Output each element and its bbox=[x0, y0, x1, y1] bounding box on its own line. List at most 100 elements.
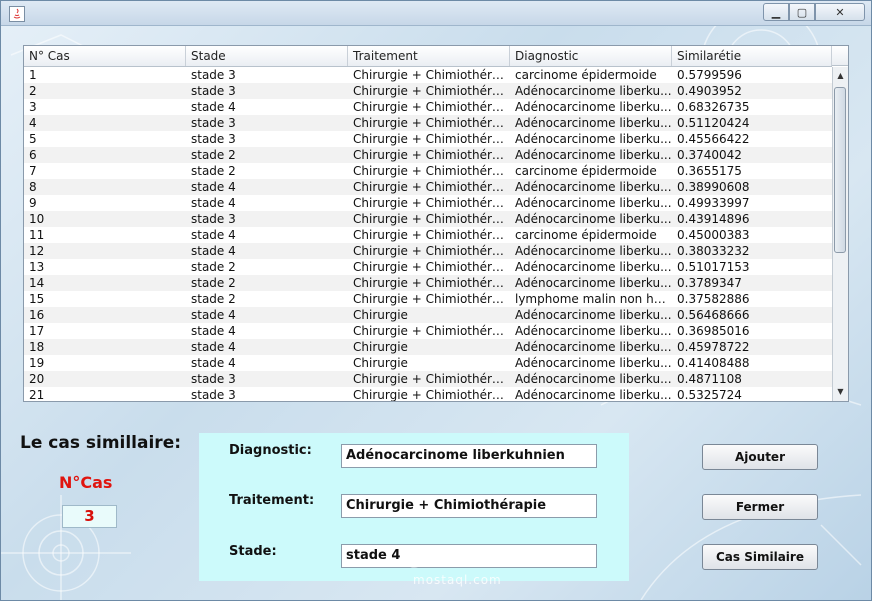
cell-traitement: Chirurgie + Chimiothéra... bbox=[353, 212, 510, 226]
cell-ncas: 17 bbox=[29, 324, 45, 338]
title-bar: ▁ ▢ ✕ bbox=[1, 1, 871, 26]
cell-stade: stade 2 bbox=[191, 148, 236, 162]
scroll-down-icon[interactable]: ▼ bbox=[833, 385, 848, 399]
cell-traitement: Chirurgie + Chimiothéra... bbox=[353, 100, 510, 114]
scroll-up-icon[interactable]: ▲ bbox=[833, 69, 848, 83]
table-row[interactable]: 18 stade 4 Chirurgie Adénocarcinome liberku… bbox=[24, 339, 832, 355]
cell-diagnostic: carcinome épidermoide bbox=[515, 228, 657, 242]
cell-traitement: Chirurgie + Chimiothéra... bbox=[353, 116, 510, 130]
cell-traitement: Chirurgie + Chimiothéra... bbox=[353, 164, 510, 178]
column-header-diagnostic[interactable]: Diagnostic bbox=[510, 46, 672, 66]
ncas-value-field[interactable]: 3 bbox=[62, 505, 117, 528]
table-row[interactable]: 17 stade 4 Chirurgie + Chimiothéra... Adéno… bbox=[24, 323, 832, 339]
cell-similaretie: 0.68326735 bbox=[677, 100, 750, 114]
cell-stade: stade 4 bbox=[191, 100, 236, 114]
table-row[interactable]: 13 stade 2 Chirurgie + Chimiothéra... Adéno… bbox=[24, 259, 832, 275]
cell-diagnostic: Adénocarcinome liberku... bbox=[515, 340, 672, 354]
cell-diagnostic: Adénocarcinome liberku... bbox=[515, 132, 672, 146]
vertical-scrollbar[interactable]: ▲ ▼ bbox=[832, 67, 848, 401]
cell-diagnostic: Adénocarcinome liberku... bbox=[515, 324, 672, 338]
cell-traitement: Chirurgie + Chimiothéra... bbox=[353, 388, 510, 401]
cell-diagnostic: Adénocarcinome liberku... bbox=[515, 180, 672, 194]
table-row[interactable]: 8 stade 4 Chirurgie + Chimiothéra... Adénoc… bbox=[24, 179, 832, 195]
cell-diagnostic: Adénocarcinome liberku... bbox=[515, 276, 672, 290]
cell-diagnostic: Adénocarcinome liberku... bbox=[515, 372, 672, 386]
cell-diagnostic: Adénocarcinome liberku... bbox=[515, 212, 672, 226]
cell-diagnostic: Adénocarcinome liberku... bbox=[515, 100, 672, 114]
traitement-field[interactable]: Chirurgie + Chimiothérapie bbox=[341, 494, 597, 518]
column-header-similaretie[interactable]: Similarétie bbox=[672, 46, 832, 66]
minimize-icon: ▁ bbox=[771, 5, 781, 19]
table-body: 1 stade 3 Chirurgie + Chimiothéra... carcin… bbox=[24, 67, 832, 401]
maximize-button[interactable]: ▢ bbox=[789, 3, 815, 21]
cell-similaretie: 0.43914896 bbox=[677, 212, 750, 226]
cell-ncas: 14 bbox=[29, 276, 45, 290]
table-row[interactable]: 14 stade 2 Chirurgie + Chimiothéra... Adéno… bbox=[24, 275, 832, 291]
table-row[interactable]: 5 stade 3 Chirurgie + Chimiothéra... Adénoc… bbox=[24, 131, 832, 147]
cell-similaretie: 0.49933997 bbox=[677, 196, 750, 210]
fermer-button[interactable]: Fermer bbox=[702, 494, 818, 520]
close-button[interactable]: ✕ bbox=[815, 3, 865, 21]
table-row[interactable]: 10 stade 3 Chirurgie + Chimiothéra... Adéno… bbox=[24, 211, 832, 227]
table-row[interactable]: 11 stade 4 Chirurgie + Chimiothéra... carci… bbox=[24, 227, 832, 243]
cell-traitement: Chirurgie bbox=[353, 340, 408, 354]
cell-stade: stade 4 bbox=[191, 180, 236, 194]
cell-stade: stade 3 bbox=[191, 68, 236, 82]
cell-stade: stade 2 bbox=[191, 292, 236, 306]
table-row[interactable]: 2 stade 3 Chirurgie + Chimiothéra... Adénoc… bbox=[24, 83, 832, 99]
cell-similaretie: 0.38990608 bbox=[677, 180, 750, 194]
cell-diagnostic: Adénocarcinome liberku... bbox=[515, 260, 672, 274]
cell-traitement: Chirurgie + Chimiothéra... bbox=[353, 260, 510, 274]
cell-similaretie: 0.51120424 bbox=[677, 116, 750, 130]
cell-similaretie: 0.4871108 bbox=[677, 372, 742, 386]
table-row[interactable]: 1 stade 3 Chirurgie + Chimiothéra... carcin… bbox=[24, 67, 832, 83]
ajouter-button[interactable]: Ajouter bbox=[702, 444, 818, 470]
cell-similaretie: 0.51017153 bbox=[677, 260, 750, 274]
cell-diagnostic: Adénocarcinome liberku... bbox=[515, 84, 672, 98]
similar-case-heading: Le cas simillaire: bbox=[20, 433, 182, 453]
cell-similaretie: 0.4903952 bbox=[677, 84, 742, 98]
cell-diagnostic: Adénocarcinome liberku... bbox=[515, 244, 672, 258]
table-row[interactable]: 15 stade 2 Chirurgie + Chimiothéra... lymph… bbox=[24, 291, 832, 307]
table-row[interactable]: 12 stade 4 Chirurgie + Chimiothéra... Adéno… bbox=[24, 243, 832, 259]
cell-stade: stade 2 bbox=[191, 164, 236, 178]
cell-ncas: 12 bbox=[29, 244, 45, 258]
cell-stade: stade 4 bbox=[191, 324, 236, 338]
cell-similaretie: 0.41408488 bbox=[677, 356, 750, 370]
cell-traitement: Chirurgie + Chimiothéra... bbox=[353, 84, 510, 98]
diagnostic-field[interactable]: Adénocarcinome liberkuhnien bbox=[341, 444, 597, 468]
table-row[interactable]: 7 stade 2 Chirurgie + Chimiothéra... carcin… bbox=[24, 163, 832, 179]
cell-stade: stade 4 bbox=[191, 196, 236, 210]
cell-traitement: Chirurgie bbox=[353, 308, 408, 322]
cell-ncas: 6 bbox=[29, 148, 37, 162]
cell-stade: stade 3 bbox=[191, 388, 236, 401]
table-row[interactable]: 6 stade 2 Chirurgie + Chimiothéra... Adénoc… bbox=[24, 147, 832, 163]
table-row[interactable]: 20 stade 3 Chirurgie + Chimiothéra... Adéno… bbox=[24, 371, 832, 387]
table-row[interactable]: 16 stade 4 Chirurgie Adénocarcinome liberku… bbox=[24, 307, 832, 323]
cas-similaire-button[interactable]: Cas Similaire bbox=[702, 544, 818, 570]
cell-stade: stade 4 bbox=[191, 356, 236, 370]
minimize-button[interactable]: ▁ bbox=[763, 3, 789, 21]
table-row[interactable]: 21 stade 3 Chirurgie + Chimiothéra... Adéno… bbox=[24, 387, 832, 401]
cell-similaretie: 0.56468666 bbox=[677, 308, 750, 322]
column-header-stade[interactable]: Stade bbox=[186, 46, 348, 66]
column-header-ncas[interactable]: N° Cas bbox=[24, 46, 186, 66]
table-row[interactable]: 9 stade 4 Chirurgie + Chimiothéra... Adénoc… bbox=[24, 195, 832, 211]
column-header-traitement[interactable]: Traitement bbox=[348, 46, 510, 66]
cell-stade: stade 3 bbox=[191, 212, 236, 226]
cell-ncas: 1 bbox=[29, 68, 37, 82]
cell-diagnostic: lymphome malin non ho... bbox=[515, 292, 672, 306]
cell-ncas: 7 bbox=[29, 164, 37, 178]
cell-stade: stade 4 bbox=[191, 340, 236, 354]
table-row[interactable]: 4 stade 3 Chirurgie + Chimiothéra... Adénoc… bbox=[24, 115, 832, 131]
cell-ncas: 16 bbox=[29, 308, 45, 322]
cell-diagnostic: carcinome épidermoide bbox=[515, 68, 657, 82]
table-row[interactable]: 3 stade 4 Chirurgie + Chimiothéra... Adénoc… bbox=[24, 99, 832, 115]
cell-diagnostic: carcinome épidermoide bbox=[515, 164, 657, 178]
cell-diagnostic: Adénocarcinome liberku... bbox=[515, 308, 672, 322]
scroll-thumb[interactable] bbox=[834, 87, 846, 253]
cell-ncas: 8 bbox=[29, 180, 37, 194]
table-row[interactable]: 19 stade 4 Chirurgie Adénocarcinome liberku… bbox=[24, 355, 832, 371]
cell-stade: stade 2 bbox=[191, 260, 236, 274]
cell-traitement: Chirurgie bbox=[353, 356, 408, 370]
